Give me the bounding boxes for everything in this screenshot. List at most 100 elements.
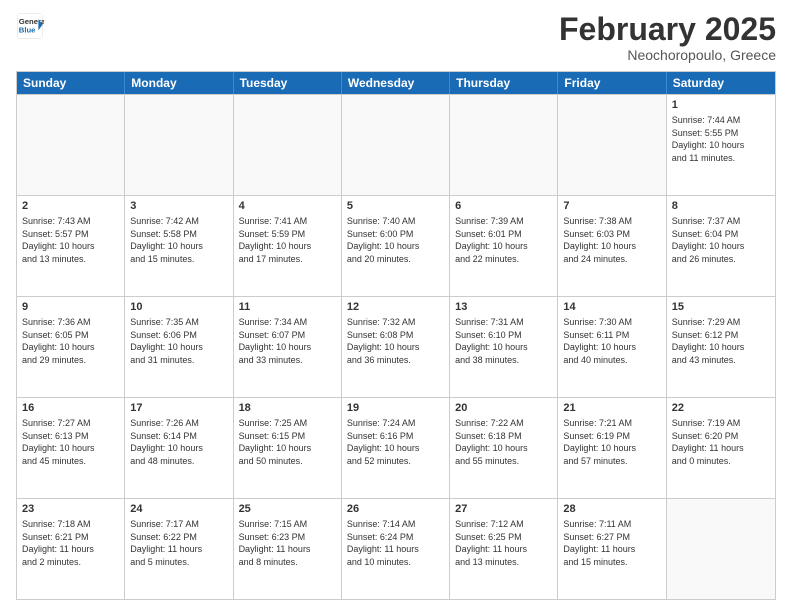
day-cell-2: 2Sunrise: 7:43 AMSunset: 5:57 PMDaylight… [17, 196, 125, 296]
day-number: 1 [672, 98, 770, 113]
day-info: Sunrise: 7:24 AMSunset: 6:16 PMDaylight:… [347, 417, 444, 467]
day-number: 3 [130, 199, 227, 214]
calendar-body: 1Sunrise: 7:44 AMSunset: 5:55 PMDaylight… [17, 94, 775, 599]
day-cell-15: 15Sunrise: 7:29 AMSunset: 6:12 PMDayligh… [667, 297, 775, 397]
day-info: Sunrise: 7:25 AMSunset: 6:15 PMDaylight:… [239, 417, 336, 467]
day-cell-27: 27Sunrise: 7:12 AMSunset: 6:25 PMDayligh… [450, 499, 558, 599]
logo: General Blue [16, 12, 44, 40]
day-info: Sunrise: 7:34 AMSunset: 6:07 PMDaylight:… [239, 316, 336, 366]
day-number: 25 [239, 502, 336, 517]
day-number: 19 [347, 401, 444, 416]
day-info: Sunrise: 7:38 AMSunset: 6:03 PMDaylight:… [563, 215, 660, 265]
day-number: 4 [239, 199, 336, 214]
day-cell-9: 9Sunrise: 7:36 AMSunset: 6:05 PMDaylight… [17, 297, 125, 397]
day-number: 5 [347, 199, 444, 214]
day-cell-28: 28Sunrise: 7:11 AMSunset: 6:27 PMDayligh… [558, 499, 666, 599]
day-cell-6: 6Sunrise: 7:39 AMSunset: 6:01 PMDaylight… [450, 196, 558, 296]
day-header-saturday: Saturday [667, 72, 775, 94]
day-info: Sunrise: 7:42 AMSunset: 5:58 PMDaylight:… [130, 215, 227, 265]
day-info: Sunrise: 7:31 AMSunset: 6:10 PMDaylight:… [455, 316, 552, 366]
day-number: 12 [347, 300, 444, 315]
day-number: 6 [455, 199, 552, 214]
calendar: SundayMondayTuesdayWednesdayThursdayFrid… [16, 71, 776, 600]
day-number: 22 [672, 401, 770, 416]
day-cell-14: 14Sunrise: 7:30 AMSunset: 6:11 PMDayligh… [558, 297, 666, 397]
day-cell-4: 4Sunrise: 7:41 AMSunset: 5:59 PMDaylight… [234, 196, 342, 296]
day-info: Sunrise: 7:40 AMSunset: 6:00 PMDaylight:… [347, 215, 444, 265]
day-number: 23 [22, 502, 119, 517]
page: General Blue February 2025 Neochoropoulo… [0, 0, 792, 612]
day-info: Sunrise: 7:35 AMSunset: 6:06 PMDaylight:… [130, 316, 227, 366]
day-cell-1: 1Sunrise: 7:44 AMSunset: 5:55 PMDaylight… [667, 95, 775, 195]
day-cell-3: 3Sunrise: 7:42 AMSunset: 5:58 PMDaylight… [125, 196, 233, 296]
day-number: 15 [672, 300, 770, 315]
day-info: Sunrise: 7:27 AMSunset: 6:13 PMDaylight:… [22, 417, 119, 467]
empty-cell [17, 95, 125, 195]
day-cell-25: 25Sunrise: 7:15 AMSunset: 6:23 PMDayligh… [234, 499, 342, 599]
header: General Blue February 2025 Neochoropoulo… [16, 12, 776, 63]
empty-cell [342, 95, 450, 195]
day-cell-22: 22Sunrise: 7:19 AMSunset: 6:20 PMDayligh… [667, 398, 775, 498]
day-info: Sunrise: 7:36 AMSunset: 6:05 PMDaylight:… [22, 316, 119, 366]
day-info: Sunrise: 7:14 AMSunset: 6:24 PMDaylight:… [347, 518, 444, 568]
week-row-5: 23Sunrise: 7:18 AMSunset: 6:21 PMDayligh… [17, 498, 775, 599]
day-header-monday: Monday [125, 72, 233, 94]
day-info: Sunrise: 7:12 AMSunset: 6:25 PMDaylight:… [455, 518, 552, 568]
day-number: 11 [239, 300, 336, 315]
day-info: Sunrise: 7:26 AMSunset: 6:14 PMDaylight:… [130, 417, 227, 467]
day-number: 28 [563, 502, 660, 517]
day-info: Sunrise: 7:18 AMSunset: 6:21 PMDaylight:… [22, 518, 119, 568]
day-info: Sunrise: 7:43 AMSunset: 5:57 PMDaylight:… [22, 215, 119, 265]
empty-cell [667, 499, 775, 599]
day-info: Sunrise: 7:22 AMSunset: 6:18 PMDaylight:… [455, 417, 552, 467]
day-cell-10: 10Sunrise: 7:35 AMSunset: 6:06 PMDayligh… [125, 297, 233, 397]
empty-cell [558, 95, 666, 195]
day-cell-26: 26Sunrise: 7:14 AMSunset: 6:24 PMDayligh… [342, 499, 450, 599]
empty-cell [450, 95, 558, 195]
day-cell-18: 18Sunrise: 7:25 AMSunset: 6:15 PMDayligh… [234, 398, 342, 498]
day-header-thursday: Thursday [450, 72, 558, 94]
svg-text:Blue: Blue [19, 25, 36, 34]
day-number: 2 [22, 199, 119, 214]
day-info: Sunrise: 7:39 AMSunset: 6:01 PMDaylight:… [455, 215, 552, 265]
day-header-sunday: Sunday [17, 72, 125, 94]
day-cell-19: 19Sunrise: 7:24 AMSunset: 6:16 PMDayligh… [342, 398, 450, 498]
day-info: Sunrise: 7:19 AMSunset: 6:20 PMDaylight:… [672, 417, 770, 467]
day-number: 17 [130, 401, 227, 416]
day-info: Sunrise: 7:37 AMSunset: 6:04 PMDaylight:… [672, 215, 770, 265]
day-info: Sunrise: 7:11 AMSunset: 6:27 PMDaylight:… [563, 518, 660, 568]
day-cell-23: 23Sunrise: 7:18 AMSunset: 6:21 PMDayligh… [17, 499, 125, 599]
day-info: Sunrise: 7:17 AMSunset: 6:22 PMDaylight:… [130, 518, 227, 568]
day-number: 18 [239, 401, 336, 416]
day-number: 26 [347, 502, 444, 517]
month-title: February 2025 [559, 12, 776, 47]
day-cell-11: 11Sunrise: 7:34 AMSunset: 6:07 PMDayligh… [234, 297, 342, 397]
day-cell-21: 21Sunrise: 7:21 AMSunset: 6:19 PMDayligh… [558, 398, 666, 498]
day-info: Sunrise: 7:30 AMSunset: 6:11 PMDaylight:… [563, 316, 660, 366]
day-number: 10 [130, 300, 227, 315]
day-number: 13 [455, 300, 552, 315]
day-number: 7 [563, 199, 660, 214]
title-block: February 2025 Neochoropoulo, Greece [559, 12, 776, 63]
week-row-2: 2Sunrise: 7:43 AMSunset: 5:57 PMDaylight… [17, 195, 775, 296]
day-cell-7: 7Sunrise: 7:38 AMSunset: 6:03 PMDaylight… [558, 196, 666, 296]
day-header-friday: Friday [558, 72, 666, 94]
day-number: 24 [130, 502, 227, 517]
empty-cell [234, 95, 342, 195]
day-info: Sunrise: 7:29 AMSunset: 6:12 PMDaylight:… [672, 316, 770, 366]
week-row-3: 9Sunrise: 7:36 AMSunset: 6:05 PMDaylight… [17, 296, 775, 397]
day-cell-20: 20Sunrise: 7:22 AMSunset: 6:18 PMDayligh… [450, 398, 558, 498]
day-cell-13: 13Sunrise: 7:31 AMSunset: 6:10 PMDayligh… [450, 297, 558, 397]
day-info: Sunrise: 7:41 AMSunset: 5:59 PMDaylight:… [239, 215, 336, 265]
day-info: Sunrise: 7:21 AMSunset: 6:19 PMDaylight:… [563, 417, 660, 467]
calendar-header: SundayMondayTuesdayWednesdayThursdayFrid… [17, 72, 775, 94]
day-cell-12: 12Sunrise: 7:32 AMSunset: 6:08 PMDayligh… [342, 297, 450, 397]
day-header-wednesday: Wednesday [342, 72, 450, 94]
day-cell-8: 8Sunrise: 7:37 AMSunset: 6:04 PMDaylight… [667, 196, 775, 296]
day-cell-17: 17Sunrise: 7:26 AMSunset: 6:14 PMDayligh… [125, 398, 233, 498]
day-number: 8 [672, 199, 770, 214]
day-number: 21 [563, 401, 660, 416]
day-info: Sunrise: 7:44 AMSunset: 5:55 PMDaylight:… [672, 114, 770, 164]
day-number: 20 [455, 401, 552, 416]
day-number: 14 [563, 300, 660, 315]
